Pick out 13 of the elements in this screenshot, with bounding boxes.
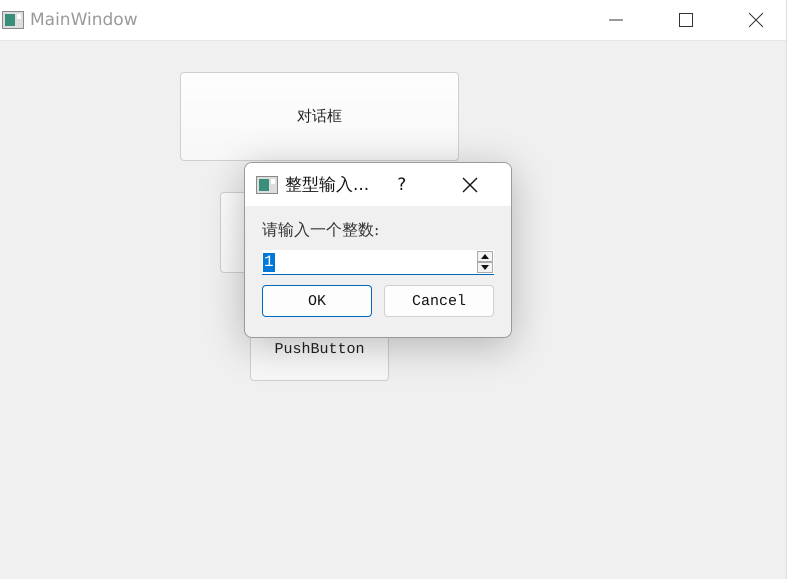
dialog-icon: [256, 176, 278, 194]
close-icon[interactable]: [462, 176, 478, 192]
spin-value: 1: [263, 252, 275, 272]
dialog-title: 整型输入...: [285, 174, 370, 196]
window-title: MainWindow: [30, 10, 138, 30]
maximize-icon[interactable]: [678, 12, 694, 28]
close-icon[interactable]: [748, 12, 764, 28]
help-button[interactable]: ?: [393, 174, 410, 194]
prompt-label: 请输入一个整数:: [262, 220, 380, 241]
spin-box[interactable]: 1: [262, 250, 494, 275]
dialog-button[interactable]: 对话框: [180, 72, 459, 161]
ok-button[interactable]: OK: [262, 285, 372, 317]
cancel-button[interactable]: Cancel: [384, 285, 494, 317]
